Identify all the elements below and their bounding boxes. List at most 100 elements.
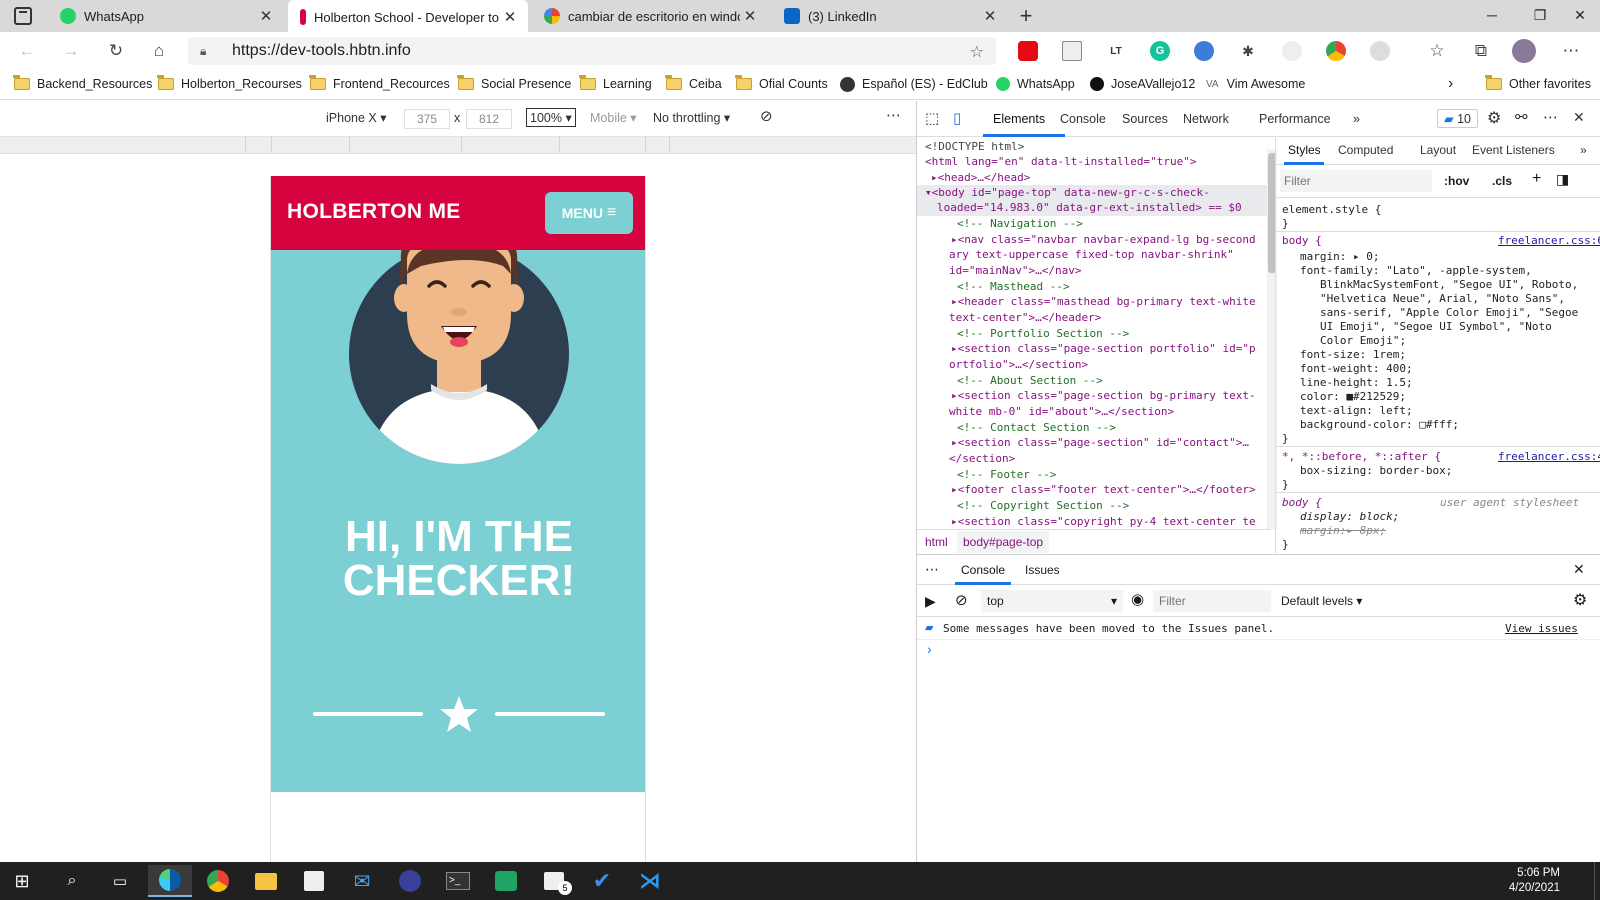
dom-line[interactable]: <!DOCTYPE html> [925, 140, 1024, 153]
dom-line[interactable]: ▸<footer class="footer text-center">…</f… [951, 483, 1256, 496]
hover-state-toggle[interactable]: :hov [1444, 174, 1469, 188]
chat-icon[interactable] [484, 865, 528, 897]
dom-line[interactable]: id="mainNav">…</nav> [949, 264, 1081, 277]
menu-button[interactable]: MENU ≡ [545, 192, 633, 234]
class-toggle[interactable]: .cls [1492, 174, 1512, 188]
dom-line[interactable]: ▸<header class="masthead bg-primary text… [951, 295, 1256, 308]
refresh-icon[interactable]: ↻ [103, 38, 129, 64]
style-declaration[interactable]: text-align: left; [1300, 404, 1413, 417]
translate-icon[interactable]: LT [1106, 41, 1126, 61]
bookmark-folder[interactable]: Ofial Counts [735, 74, 828, 94]
bookmark-folder[interactable]: Holberton_Recourses [157, 74, 302, 94]
tab-holberton[interactable]: Holberton School - Developer to ✕ [288, 0, 528, 34]
dom-line[interactable]: text-center">…</header> [949, 311, 1101, 324]
search-icon[interactable]: ⌕ [50, 865, 94, 897]
todo-icon[interactable]: ✔ [580, 865, 624, 897]
calendar-icon[interactable]: 5 [532, 865, 576, 897]
console-filter-input[interactable] [1153, 590, 1271, 612]
new-tab-icon[interactable]: + [1012, 2, 1040, 30]
dom-line[interactable]: ortfolio">…</section> [949, 358, 1088, 371]
spider-icon[interactable]: ✱ [1238, 41, 1258, 61]
dom-line[interactable]: ▸<section class="page-section" id="conta… [951, 436, 1249, 449]
issues-badge[interactable]: ▰ 10 [1437, 109, 1479, 128]
sidebar-toggle-icon[interactable]: ▶︎ [925, 593, 936, 610]
store-icon[interactable] [292, 865, 336, 897]
dashlane-icon[interactable] [1194, 41, 1214, 61]
live-expression-eye-icon[interactable]: ◉ [1131, 590, 1144, 608]
dom-line[interactable]: ▸<head>…</head> [931, 171, 1030, 184]
new-rule-icon[interactable]: + [1532, 170, 1541, 188]
style-declaration[interactable]: box-sizing: border-box; [1300, 464, 1452, 477]
throttle-select[interactable]: No throttling ▾ [653, 110, 730, 125]
drawer-tab-issues[interactable]: Issues [1025, 563, 1060, 577]
dom-line[interactable]: ▸<section class="copyright py-4 text-cen… [951, 515, 1256, 528]
extension-icon[interactable] [1282, 41, 1302, 61]
terminal-icon[interactable]: >_ [436, 865, 480, 897]
url-text[interactable]: https://dev-tools.hbtn.info [232, 42, 411, 60]
task-view-icon[interactable]: ▭ [98, 865, 142, 897]
dom-comment[interactable]: <!-- Masthead --> [957, 280, 1070, 293]
bookmark-other-favorites[interactable]: Other favorites [1485, 74, 1591, 94]
tab-sources[interactable]: Sources [1122, 112, 1168, 126]
dom-line[interactable]: ▸<nav class="navbar navbar-expand-lg bg-… [951, 233, 1256, 246]
tab-performance[interactable]: Performance [1259, 112, 1331, 126]
log-levels-select[interactable]: Default levels ▾ [1281, 594, 1362, 608]
source-link[interactable]: freelancer.css:46 [1498, 450, 1600, 463]
adblock-icon[interactable] [1018, 41, 1038, 61]
tab-elements[interactable]: Elements [993, 112, 1045, 126]
style-declaration[interactable]: line-height: 1.5; [1300, 376, 1413, 389]
moon-icon[interactable] [1370, 41, 1390, 61]
devtools-more-icon[interactable]: ⋯ [1543, 108, 1558, 126]
tab-actions-icon[interactable] [14, 7, 32, 25]
width-input[interactable]: 375 [404, 109, 450, 129]
close-tab-icon[interactable]: ✕ [256, 7, 276, 25]
dom-line-selected[interactable]: loaded="14.983.0" data-gr-ext-installed>… [937, 201, 1242, 214]
mail-icon[interactable]: ✉ [340, 865, 384, 897]
device-more-icon[interactable]: ⋯ [886, 106, 901, 124]
grammarly-icon[interactable]: G [1150, 41, 1170, 61]
console-prompt[interactable]: › [927, 641, 932, 657]
tab-whatsapp[interactable]: WhatsApp ✕ [48, 0, 284, 32]
dom-comment[interactable]: <!-- Portfolio Section --> [957, 327, 1129, 340]
style-declaration[interactable]: margin: ▸ 0; [1300, 250, 1379, 263]
bookmark-folder[interactable]: Frontend_Recources [309, 74, 450, 94]
back-icon[interactable]: ← [14, 38, 40, 64]
tab-linkedin[interactable]: (3) LinkedIn ✕ [772, 0, 1008, 32]
style-declaration[interactable]: color: ■#212529; [1300, 390, 1406, 403]
customize-icon[interactable]: ⚯ [1515, 108, 1528, 126]
toggle-sidebar-icon[interactable]: ◨ [1556, 171, 1569, 188]
app-taskbar-icon[interactable] [388, 865, 432, 897]
style-declaration[interactable]: font-family: "Lato", -apple-system, [1300, 264, 1532, 277]
inspect-element-icon[interactable]: ⬚ [925, 109, 939, 127]
bookmark-edclub[interactable]: Español (ES) - EdClub [840, 74, 988, 94]
close-tab-icon[interactable]: ✕ [740, 7, 760, 25]
breadcrumb-html[interactable]: html [925, 535, 948, 549]
view-issues-link[interactable]: View issues [1505, 622, 1578, 635]
chrome-taskbar-icon[interactable] [196, 865, 240, 897]
style-selector[interactable]: body { [1282, 496, 1322, 509]
style-declaration[interactable]: font-size: 1rem; [1300, 348, 1406, 361]
more-tabs-icon[interactable]: » [1353, 112, 1360, 126]
tab-computed[interactable]: Computed [1338, 143, 1393, 157]
edge-taskbar-icon[interactable] [148, 865, 192, 897]
tab-google[interactable]: cambiar de escritorio en window ✕ [532, 0, 768, 32]
chevron-right-icon[interactable]: › [1448, 74, 1453, 94]
profile-avatar[interactable] [1512, 39, 1536, 63]
dom-comment[interactable]: <!-- About Section --> [957, 374, 1103, 387]
more-styles-tabs-icon[interactable]: » [1580, 143, 1587, 157]
context-select[interactable]: top ▾ [981, 590, 1123, 612]
style-declaration[interactable]: font-weight: 400; [1300, 362, 1413, 375]
bookmark-vim[interactable]: VA Vim Awesome [1206, 74, 1305, 94]
bookmark-folder[interactable]: Backend_Resources [13, 74, 152, 94]
dom-comment[interactable]: <!-- Navigation --> [957, 217, 1083, 230]
dom-comment[interactable]: <!-- Copyright Section --> [957, 499, 1129, 512]
tab-network[interactable]: Network [1183, 112, 1229, 126]
console-settings-icon[interactable]: ⚙ [1573, 590, 1587, 610]
height-input[interactable]: 812 [466, 109, 512, 129]
dom-line[interactable]: <html lang="en" data-lt-installed="true"… [925, 155, 1197, 168]
rotate-icon[interactable]: ⊘ [760, 107, 773, 125]
collections-icon[interactable]: ⧉ [1468, 38, 1494, 64]
close-window-icon[interactable]: ✕ [1560, 0, 1600, 30]
dom-comment[interactable]: <!-- Footer --> [957, 468, 1056, 481]
styles-filter-input[interactable] [1280, 170, 1432, 192]
